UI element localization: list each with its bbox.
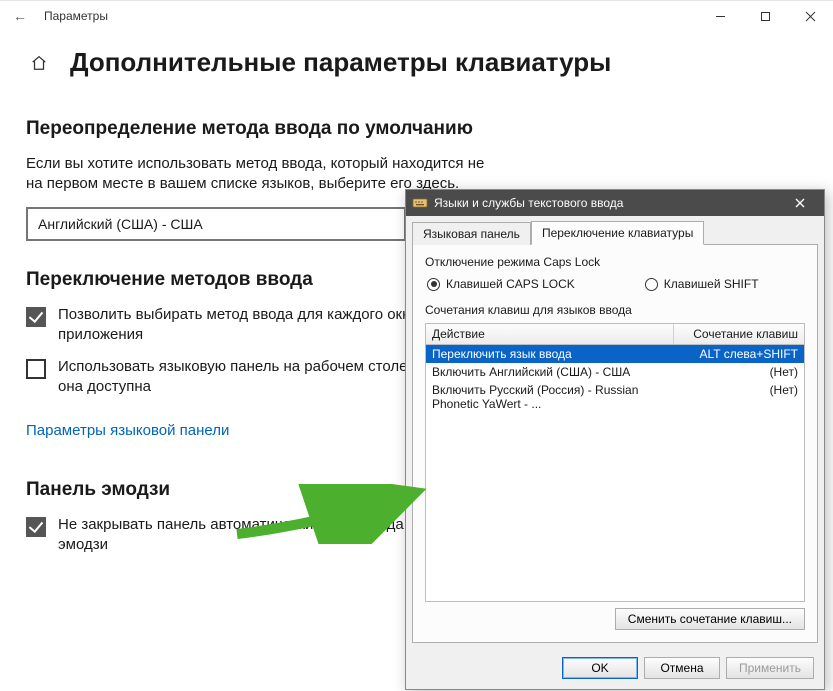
close-button[interactable] (788, 1, 833, 31)
dropdown-value: Английский (США) - США (38, 216, 203, 232)
window-title: Параметры (44, 9, 108, 23)
ok-button[interactable]: OK (562, 657, 638, 679)
tab-panel: Отключение режима Caps Lock Клавишей CAP… (412, 244, 818, 643)
dialog-titlebar: Языки и службы текстового ввода (406, 190, 824, 216)
emoji-autoclose-label: Не закрывать панель автоматически после … (58, 515, 456, 556)
radio-shift[interactable]: Клавишей SHIFT (645, 277, 759, 291)
per-window-label: Позволить выбирать метод ввода для каждо… (58, 305, 456, 346)
capslock-group-label: Отключение режима Caps Lock (425, 255, 805, 269)
hotkeys-group-label: Сочетания клавиш для языков ввода (425, 303, 805, 317)
col-action: Действие (426, 324, 674, 344)
page-title: Дополнительные параметры клавиатуры (70, 47, 611, 78)
back-icon[interactable]: ← (8, 8, 32, 24)
titlebar: ← Параметры (0, 1, 833, 31)
home-icon[interactable] (26, 50, 52, 76)
tabstrip: Языковая панель Переключение клавиатуры (406, 216, 824, 244)
per-window-checkbox[interactable] (26, 307, 46, 327)
language-bar-options-link[interactable]: Параметры языковой панели (26, 422, 229, 439)
dialog-close-button[interactable] (782, 190, 818, 216)
hotkeys-list[interactable]: Переключить язык ввода ALT слева+SHIFT В… (425, 345, 805, 602)
hotkeys-header: Действие Сочетание клавиш (425, 323, 805, 345)
section-override-heading: Переопределение метода ввода по умолчани… (26, 118, 807, 140)
radio-shift-label: Клавишей SHIFT (664, 277, 759, 291)
list-item-shortcut: (Нет) (668, 383, 798, 411)
maximize-button[interactable] (743, 1, 788, 31)
list-item[interactable]: Включить Русский (Россия) - Russian Phon… (426, 381, 804, 413)
radio-dot-icon (427, 278, 440, 291)
dialog-footer: OK Отмена Применить (406, 649, 824, 689)
tab-language-bar[interactable]: Языковая панель (412, 222, 531, 245)
language-bar-checkbox[interactable] (26, 359, 46, 379)
keyboard-icon (412, 195, 428, 211)
emoji-autoclose-checkbox[interactable] (26, 517, 46, 537)
text-services-dialog: Языки и службы текстового ввода Языковая… (405, 189, 825, 690)
list-item-shortcut: (Нет) (668, 365, 798, 379)
radio-capslock-label: Клавишей CAPS LOCK (446, 277, 575, 291)
list-item-action: Включить Русский (Россия) - Russian Phon… (432, 383, 668, 411)
cancel-button[interactable]: Отмена (644, 657, 720, 679)
col-shortcut: Сочетание клавиш (674, 324, 804, 344)
list-item-action: Переключить язык ввода (432, 347, 668, 361)
radio-capslock[interactable]: Клавишей CAPS LOCK (427, 277, 575, 291)
dialog-title: Языки и службы текстового ввода (434, 196, 623, 210)
default-input-dropdown[interactable]: Английский (США) - США (26, 207, 406, 241)
radio-dot-icon (645, 278, 658, 291)
list-item-action: Включить Английский (США) - США (432, 365, 668, 379)
list-item-shortcut: ALT слева+SHIFT (668, 347, 798, 361)
list-item[interactable]: Включить Английский (США) - США (Нет) (426, 363, 804, 381)
language-bar-label: Использовать языковую панель на рабочем … (58, 357, 456, 398)
minimize-button[interactable] (698, 1, 743, 31)
tab-keyboard-switching[interactable]: Переключение клавиатуры (531, 221, 704, 245)
apply-button[interactable]: Применить (726, 657, 814, 679)
change-shortcut-button[interactable]: Сменить сочетание клавиш... (615, 608, 805, 630)
list-item[interactable]: Переключить язык ввода ALT слева+SHIFT (426, 345, 804, 363)
